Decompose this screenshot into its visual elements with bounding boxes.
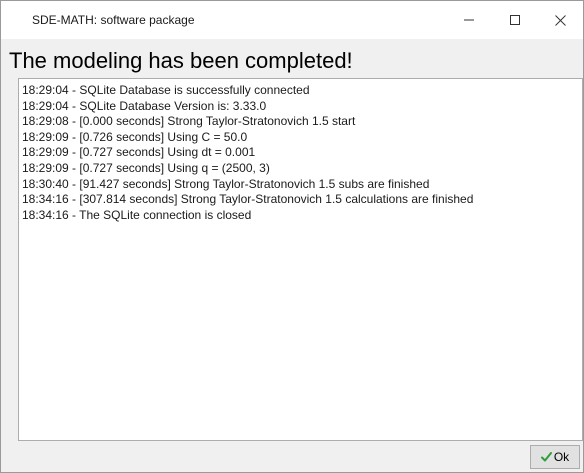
log-line: 18:30:40 - [91.427 seconds] Strong Taylo…	[22, 176, 430, 191]
log-line: 18:29:09 - [0.727 seconds] Using q = (25…	[22, 160, 270, 175]
window-title: SDE-MATH: software package	[32, 13, 195, 27]
ok-button-label: Ok	[553, 450, 570, 464]
maximize-icon	[510, 15, 520, 25]
maximize-button[interactable]	[492, 1, 538, 39]
completion-heading: The modeling has been completed!	[9, 48, 353, 73]
dialog-window: SDE-MATH: software package The modeling …	[0, 0, 584, 473]
log-line: 18:29:04 - SQLite Database is successful…	[22, 83, 310, 97]
log-line: 18:29:09 - [0.727 seconds] Using dt = 0.…	[22, 145, 256, 160]
log-line: 18:34:16 - [307.814 seconds] Strong Tayl…	[22, 192, 474, 207]
ok-button[interactable]: Ok	[530, 445, 580, 469]
close-icon	[555, 14, 566, 26]
log-line: 18:29:08 - [0.000 seconds] Strong Taylor…	[22, 114, 356, 129]
minimize-icon	[464, 15, 474, 25]
log-output[interactable]: 18:29:04 - SQLite Database is successful…	[18, 78, 583, 441]
title-bar[interactable]: SDE-MATH: software package	[1, 1, 583, 39]
checkmark-icon	[540, 452, 552, 462]
close-button[interactable]	[538, 1, 583, 39]
log-line: 18:34:16 - The SQLite connection is clos…	[22, 207, 252, 222]
log-line: 18:29:09 - [0.726 seconds] Using C = 50.…	[22, 129, 248, 144]
log-line: 18:29:04 - SQLite Database Version is: 3…	[22, 98, 267, 113]
minimize-button[interactable]	[446, 1, 492, 39]
